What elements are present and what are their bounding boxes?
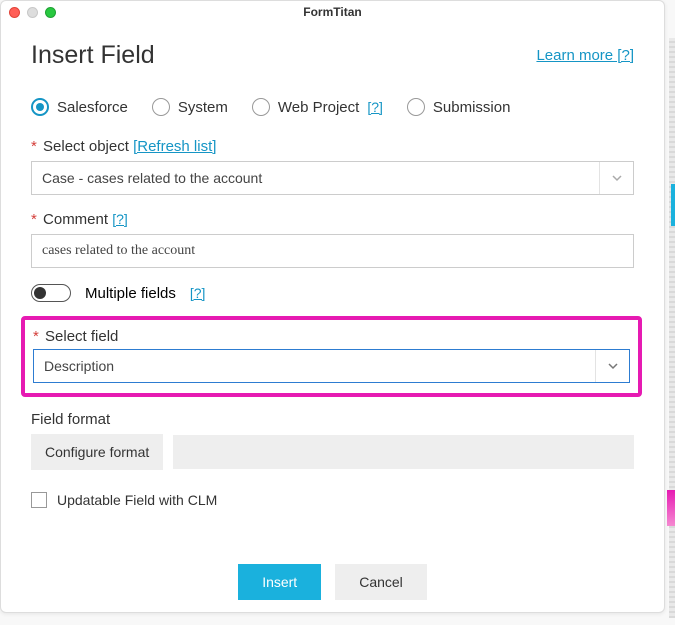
select-field-dropdown[interactable]: Description: [33, 349, 630, 383]
footer: Insert Cancel: [31, 564, 634, 600]
dialog-window: FormTitan Insert Field Learn more [?] Sa…: [0, 0, 665, 613]
field-format-group: Field format Configure format: [31, 411, 634, 470]
radio-icon: [407, 98, 425, 116]
background-accent: [671, 184, 675, 226]
label-row: * Select object [Refresh list]: [31, 138, 634, 155]
learn-more-link[interactable]: Learn more [?]: [536, 47, 634, 64]
radio-submission[interactable]: Submission: [407, 98, 511, 116]
comment-input[interactable]: [31, 234, 634, 268]
help-icon[interactable]: [?]: [367, 99, 383, 115]
checkbox-label: Updatable Field with CLM: [57, 492, 217, 508]
select-value: Case - cases related to the account: [42, 170, 262, 186]
radio-label: System: [178, 99, 228, 116]
radio-label: Submission: [433, 99, 511, 116]
multiple-fields-toggle[interactable]: [31, 284, 71, 302]
updatable-row: Updatable Field with CLM: [31, 492, 634, 508]
required-mark: *: [31, 138, 37, 155]
select-object-group: * Select object [Refresh list] Case - ca…: [31, 138, 634, 195]
chevron-down-icon: [599, 162, 633, 194]
label-row: * Comment [?]: [31, 211, 634, 228]
zoom-dot[interactable]: [45, 7, 56, 18]
titlebar: FormTitan: [1, 1, 664, 23]
comment-group: * Comment [?]: [31, 211, 634, 268]
chevron-down-icon: [595, 350, 629, 382]
updatable-checkbox[interactable]: [31, 492, 47, 508]
radio-label: Web Project: [278, 99, 359, 116]
close-dot[interactable]: [9, 7, 20, 18]
background-edge: [669, 38, 675, 618]
radio-icon: [252, 98, 270, 116]
field-label: Field format: [31, 411, 634, 428]
radio-label: Salesforce: [57, 99, 128, 116]
toggle-label: Multiple fields: [85, 285, 176, 302]
traffic-lights: [9, 7, 56, 18]
required-mark: *: [33, 328, 39, 345]
label-row: * Select field: [33, 328, 630, 345]
cancel-button[interactable]: Cancel: [335, 564, 427, 600]
select-value: Description: [44, 358, 114, 374]
field-label: Select field: [45, 328, 118, 345]
select-field-highlight: * Select field Description: [21, 316, 642, 397]
help-icon[interactable]: [?]: [112, 211, 128, 227]
window-title: FormTitan: [1, 5, 664, 19]
radio-salesforce[interactable]: Salesforce: [31, 98, 128, 116]
refresh-list-link[interactable]: [Refresh list]: [133, 138, 216, 155]
content: Insert Field Learn more [?] Salesforce S…: [1, 23, 664, 610]
radio-web-project[interactable]: Web Project [?]: [252, 98, 383, 116]
format-display: [173, 435, 634, 469]
multiple-fields-row: Multiple fields [?]: [31, 284, 634, 302]
page-title: Insert Field: [31, 41, 155, 70]
help-icon[interactable]: [?]: [190, 285, 206, 301]
field-format-row: Configure format: [31, 434, 634, 470]
field-label: Select object: [43, 138, 129, 155]
required-mark: *: [31, 211, 37, 228]
minimize-dot[interactable]: [27, 7, 38, 18]
source-radio-group: Salesforce System Web Project [?] Submis…: [31, 98, 634, 116]
radio-icon: [31, 98, 49, 116]
header-row: Insert Field Learn more [?]: [31, 41, 634, 70]
configure-format-button[interactable]: Configure format: [31, 434, 163, 470]
insert-button[interactable]: Insert: [238, 564, 321, 600]
radio-system[interactable]: System: [152, 98, 228, 116]
background-edge: [667, 490, 675, 526]
select-object-dropdown[interactable]: Case - cases related to the account: [31, 161, 634, 195]
radio-icon: [152, 98, 170, 116]
field-label: Comment: [43, 211, 108, 228]
